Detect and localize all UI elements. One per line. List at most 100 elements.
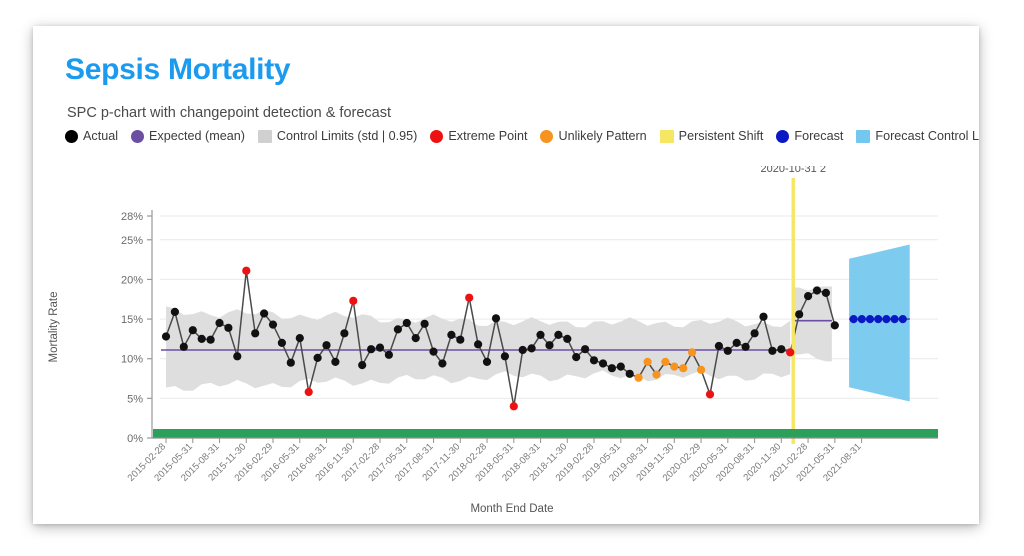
actual-point[interactable] (527, 344, 536, 353)
extreme-point[interactable] (786, 348, 795, 357)
actual-point[interactable] (554, 330, 563, 339)
actual-point[interactable] (500, 352, 509, 361)
actual-point[interactable] (429, 347, 438, 356)
actual-point[interactable] (215, 318, 224, 328)
actual-point[interactable] (188, 326, 197, 335)
legend-item[interactable]: Extreme Point (430, 129, 527, 143)
actual-point[interactable] (179, 342, 188, 351)
actual-point[interactable] (393, 325, 402, 334)
extreme-point[interactable] (349, 296, 358, 305)
legend-item[interactable]: Persistent Shift (659, 129, 763, 143)
actual-point[interactable] (750, 329, 759, 338)
actual-point[interactable] (367, 345, 376, 354)
unlikely-pattern-point[interactable] (670, 362, 679, 371)
actual-point[interactable] (482, 357, 492, 366)
forecast-point[interactable] (865, 315, 875, 324)
actual-point[interactable] (456, 335, 465, 344)
extreme-point[interactable] (509, 402, 518, 411)
actual-point[interactable] (170, 307, 179, 316)
actual-point[interactable] (741, 342, 750, 351)
unlikely-pattern-point[interactable] (634, 373, 643, 382)
extreme-point[interactable] (304, 387, 313, 397)
actual-point[interactable] (331, 357, 340, 366)
y-tick-label: 28% (121, 211, 143, 223)
actual-point[interactable] (286, 358, 295, 367)
actual-point[interactable] (625, 369, 634, 378)
actual-point[interactable] (251, 329, 260, 338)
actual-point[interactable] (768, 346, 777, 355)
actual-point[interactable] (616, 362, 625, 371)
forecast-point[interactable] (890, 315, 899, 324)
actual-point[interactable] (340, 329, 349, 338)
legend-item[interactable]: Control Limits (std | 0.95) (257, 129, 417, 143)
actual-point[interactable] (759, 312, 768, 321)
actual-point[interactable] (474, 340, 483, 349)
legend-item[interactable]: Forecast Control Limits (856, 129, 979, 143)
legend-item[interactable]: Forecast (776, 129, 843, 143)
actual-point[interactable] (804, 292, 813, 301)
unlikely-pattern-point[interactable] (697, 365, 706, 374)
spc-chart: 2020-10-31 2 0% 5% 10% 15% 20% 25% 28% Mortality… (48, 166, 944, 515)
actual-point[interactable] (447, 330, 456, 339)
actual-point[interactable] (518, 345, 527, 355)
actual-point[interactable] (420, 319, 429, 328)
actual-point[interactable] (206, 335, 215, 344)
actual-point[interactable] (313, 353, 322, 362)
actual-point[interactable] (491, 314, 501, 323)
actual-point[interactable] (233, 352, 242, 361)
forecast-point[interactable] (898, 315, 907, 324)
forecast-point[interactable] (849, 315, 858, 324)
actual-point[interactable] (589, 356, 599, 365)
actual-point[interactable] (277, 338, 286, 347)
actual-point[interactable] (268, 320, 278, 329)
unlikely-pattern-point[interactable] (661, 357, 670, 366)
actual-point[interactable] (732, 338, 741, 347)
actual-point[interactable] (358, 361, 367, 370)
actual-point[interactable] (375, 343, 385, 352)
unlikely-pattern-point[interactable] (652, 370, 661, 379)
actual-point[interactable] (598, 359, 608, 368)
y-tick-label: 15% (121, 314, 143, 326)
actual-point[interactable] (830, 321, 839, 330)
target-bar (153, 429, 938, 438)
actual-point[interactable] (795, 310, 804, 319)
legend-item[interactable]: Actual (65, 129, 118, 143)
actual-point[interactable] (714, 341, 724, 351)
unlikely-pattern-point[interactable] (679, 364, 688, 373)
forecast-point[interactable] (882, 315, 891, 324)
forecast-point[interactable] (874, 315, 883, 324)
actual-point[interactable] (545, 341, 554, 350)
actual-point[interactable] (384, 350, 393, 359)
legend-item-label: Expected (mean) (149, 129, 245, 143)
actual-point[interactable] (723, 346, 732, 355)
legend-swatch-dot-icon (65, 129, 78, 143)
unlikely-pattern-point[interactable] (688, 348, 697, 357)
actual-point[interactable] (411, 334, 420, 343)
legend-item[interactable]: Unlikely Pattern (540, 129, 647, 143)
actual-point[interactable] (322, 341, 331, 350)
actual-point[interactable] (572, 353, 581, 362)
extreme-point[interactable] (705, 390, 715, 399)
actual-point[interactable] (260, 309, 269, 318)
extreme-point[interactable] (242, 266, 251, 275)
forecast-point[interactable] (857, 315, 866, 324)
legend-item-label: Extreme Point (448, 129, 528, 143)
extreme-point[interactable] (465, 293, 474, 302)
actual-point[interactable] (821, 288, 831, 297)
actual-point[interactable] (402, 318, 411, 328)
actual-point[interactable] (563, 334, 572, 343)
chart-subtitle: SPC p-chart with changepoint detection &… (67, 105, 392, 121)
actual-point[interactable] (161, 332, 171, 341)
actual-point[interactable] (438, 359, 447, 368)
actual-point[interactable] (295, 334, 304, 343)
actual-point[interactable] (812, 286, 822, 295)
unlikely-pattern-point[interactable] (643, 357, 652, 366)
actual-point[interactable] (536, 330, 545, 339)
actual-point[interactable] (607, 364, 617, 373)
actual-point[interactable] (581, 345, 590, 354)
legend-item[interactable]: Expected (mean) (131, 129, 245, 143)
actual-point[interactable] (777, 345, 786, 354)
legend-item-label: Forecast (794, 129, 844, 143)
actual-point[interactable] (197, 334, 206, 343)
actual-point[interactable] (224, 323, 233, 332)
